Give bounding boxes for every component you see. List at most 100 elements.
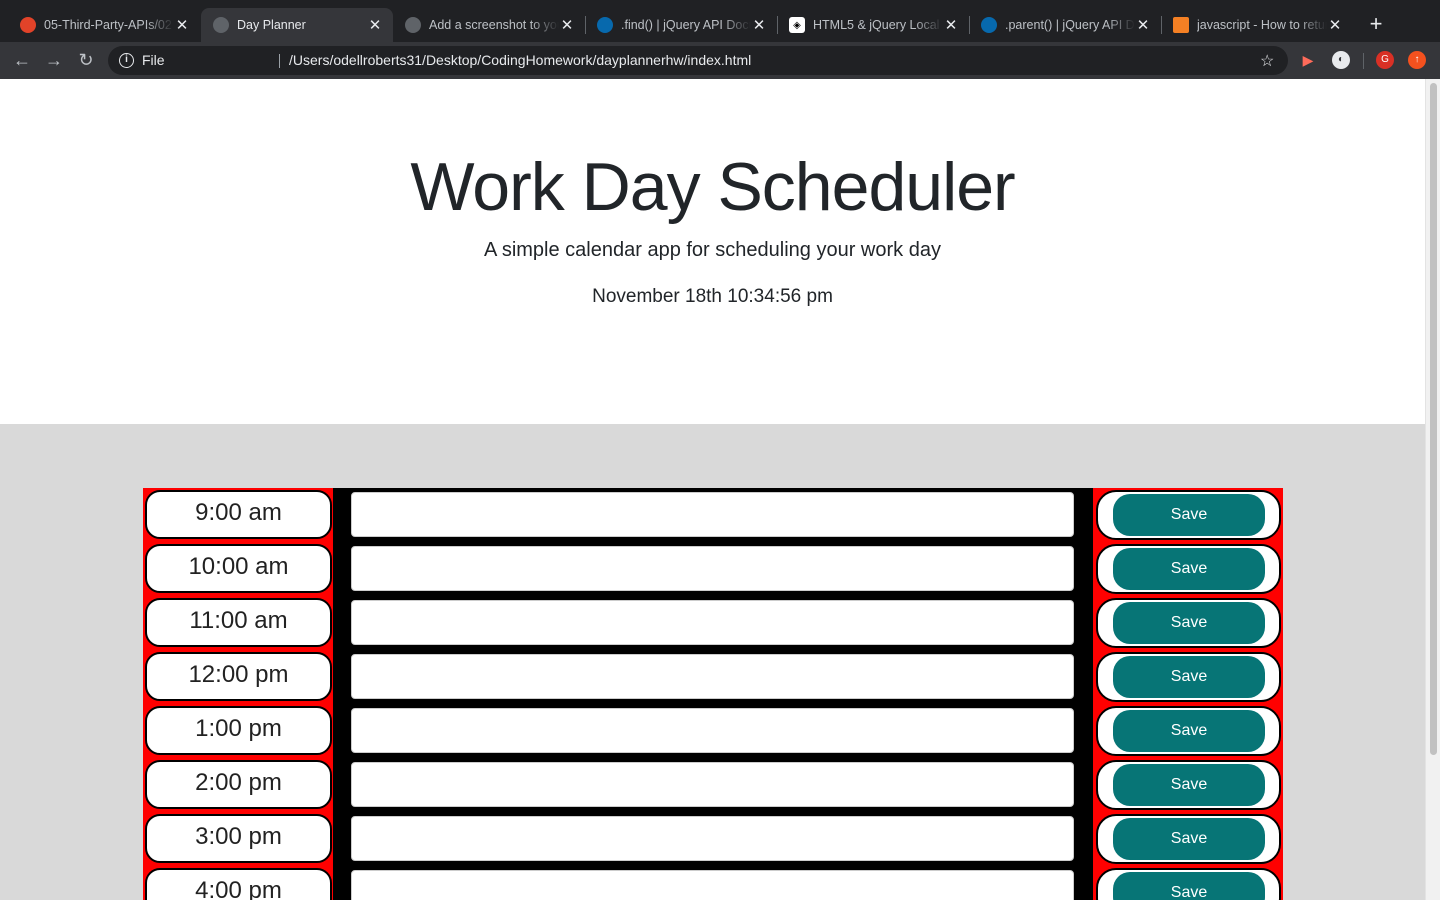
codepen-icon: ◈ (789, 17, 805, 33)
address-bar[interactable]: i File /Users/odellroberts31/Desktop/Cod… (108, 46, 1288, 75)
save-cell: Save (1093, 650, 1283, 704)
description-cell (333, 488, 1093, 542)
back-icon[interactable]: ← (10, 48, 34, 72)
browser-toolbar: ← → ↻ i File /Users/odellroberts31/Deskt… (0, 42, 1440, 79)
hour-cell: 3:00 pm (143, 812, 333, 866)
reload-icon[interactable]: ↻ (74, 48, 98, 72)
save-cell: Save (1093, 866, 1283, 900)
save-cell: Save (1093, 542, 1283, 596)
time-block-row: 12:00 pm Save (143, 650, 1283, 704)
save-button[interactable]: Save (1113, 494, 1265, 536)
hour-label: 3:00 pm (145, 814, 332, 863)
browser-tab[interactable]: ◈ HTML5 & jQuery Local Storage ✕ (777, 8, 969, 42)
description-textarea[interactable] (351, 600, 1074, 645)
bookmark-star-icon[interactable]: ☆ (1260, 51, 1274, 71)
browser-tab[interactable]: .find() | jQuery API Documentation ✕ (585, 8, 777, 42)
description-cell (333, 866, 1093, 900)
hour-label: 2:00 pm (145, 760, 332, 809)
save-button[interactable]: Save (1113, 602, 1265, 644)
description-cell (333, 758, 1093, 812)
address-scheme: File (142, 52, 165, 68)
page-viewport: Work Day Scheduler A simple calendar app… (0, 79, 1425, 900)
description-cell (333, 596, 1093, 650)
close-icon[interactable]: ✕ (559, 16, 575, 34)
time-block-row: 10:00 am Save (143, 542, 1283, 596)
hour-cell: 9:00 am (143, 488, 333, 542)
address-divider (279, 54, 280, 68)
globe-icon (405, 17, 421, 33)
stackoverflow-icon (1173, 17, 1189, 33)
close-icon[interactable]: ✕ (751, 16, 767, 34)
header-jumbotron: Work Day Scheduler A simple calendar app… (0, 79, 1425, 424)
browser-tab-strip: 05-Third-Party-APIs/02 ✕ Day Planner ✕ A… (0, 0, 1440, 42)
hour-cell: 2:00 pm (143, 758, 333, 812)
hour-label: 4:00 pm (145, 868, 332, 900)
time-block-row: 11:00 am Save (143, 596, 1283, 650)
hour-label: 12:00 pm (145, 652, 332, 701)
description-cell (333, 542, 1093, 596)
page-title: Work Day Scheduler (410, 149, 1015, 225)
browser-tab[interactable]: Add a screenshot to your ✕ (393, 8, 585, 42)
toolbar-separator (1363, 53, 1364, 69)
save-cell: Save (1093, 704, 1283, 758)
jquery-icon (981, 17, 997, 33)
forward-icon[interactable]: → (42, 48, 66, 72)
save-cell: Save (1093, 488, 1283, 542)
description-textarea[interactable] (351, 708, 1074, 753)
close-icon[interactable]: ✕ (1135, 16, 1151, 34)
globe-icon (213, 17, 229, 33)
description-cell (333, 812, 1093, 866)
description-textarea[interactable] (351, 654, 1074, 699)
extension-icon[interactable]: ▶ (1299, 51, 1317, 69)
time-block-row: 2:00 pm Save (143, 758, 1283, 812)
extension-icon[interactable]: ◐ (1332, 51, 1350, 69)
hour-cell: 11:00 am (143, 596, 333, 650)
gitlab-icon (20, 17, 36, 33)
info-icon[interactable]: i (119, 53, 134, 68)
save-button[interactable]: Save (1113, 656, 1265, 698)
close-icon[interactable]: ✕ (174, 16, 190, 34)
update-icon[interactable]: ↑ (1408, 51, 1426, 69)
close-icon[interactable]: ✕ (943, 16, 959, 34)
description-textarea[interactable] (351, 762, 1074, 807)
browser-tab-active[interactable]: Day Planner ✕ (201, 8, 393, 42)
save-button[interactable]: Save (1113, 764, 1265, 806)
save-cell: Save (1093, 758, 1283, 812)
save-button[interactable]: Save (1113, 548, 1265, 590)
jquery-icon (597, 17, 613, 33)
browser-tab[interactable]: javascript - How to return ✕ (1161, 8, 1353, 42)
vertical-scrollbar[interactable] (1425, 79, 1440, 900)
hour-label: 11:00 am (145, 598, 332, 647)
profile-avatar[interactable]: G (1376, 51, 1394, 69)
description-cell (333, 650, 1093, 704)
description-textarea[interactable] (351, 492, 1074, 537)
hour-cell: 1:00 pm (143, 704, 333, 758)
save-button[interactable]: Save (1113, 818, 1265, 860)
hour-cell: 10:00 am (143, 542, 333, 596)
hour-cell: 12:00 pm (143, 650, 333, 704)
description-cell (333, 704, 1093, 758)
current-day: November 18th 10:34:56 pm (592, 286, 833, 307)
hour-label: 10:00 am (145, 544, 332, 593)
time-block-row: 1:00 pm Save (143, 704, 1283, 758)
save-cell: Save (1093, 812, 1283, 866)
hour-label: 9:00 am (145, 490, 332, 539)
hour-label: 1:00 pm (145, 706, 332, 755)
time-block-row: 3:00 pm Save (143, 812, 1283, 866)
close-icon[interactable]: ✕ (1327, 16, 1343, 34)
description-textarea[interactable] (351, 870, 1074, 900)
save-button[interactable]: Save (1113, 710, 1265, 752)
page-subtitle: A simple calendar app for scheduling you… (484, 239, 941, 261)
description-textarea[interactable] (351, 546, 1074, 591)
browser-tab[interactable]: .parent() | jQuery API Documentation ✕ (969, 8, 1161, 42)
description-textarea[interactable] (351, 816, 1074, 861)
new-tab-button[interactable]: + (1364, 12, 1388, 36)
address-url[interactable]: /Users/odellroberts31/Desktop/CodingHome… (289, 52, 751, 68)
close-icon[interactable]: ✕ (367, 16, 383, 34)
save-button[interactable]: Save (1113, 872, 1265, 900)
time-block-row: 9:00 am Save (143, 488, 1283, 542)
save-cell: Save (1093, 596, 1283, 650)
scrollbar-thumb[interactable] (1430, 83, 1437, 755)
browser-tab[interactable]: 05-Third-Party-APIs/02 ✕ (8, 8, 200, 42)
hour-cell: 4:00 pm (143, 866, 333, 900)
